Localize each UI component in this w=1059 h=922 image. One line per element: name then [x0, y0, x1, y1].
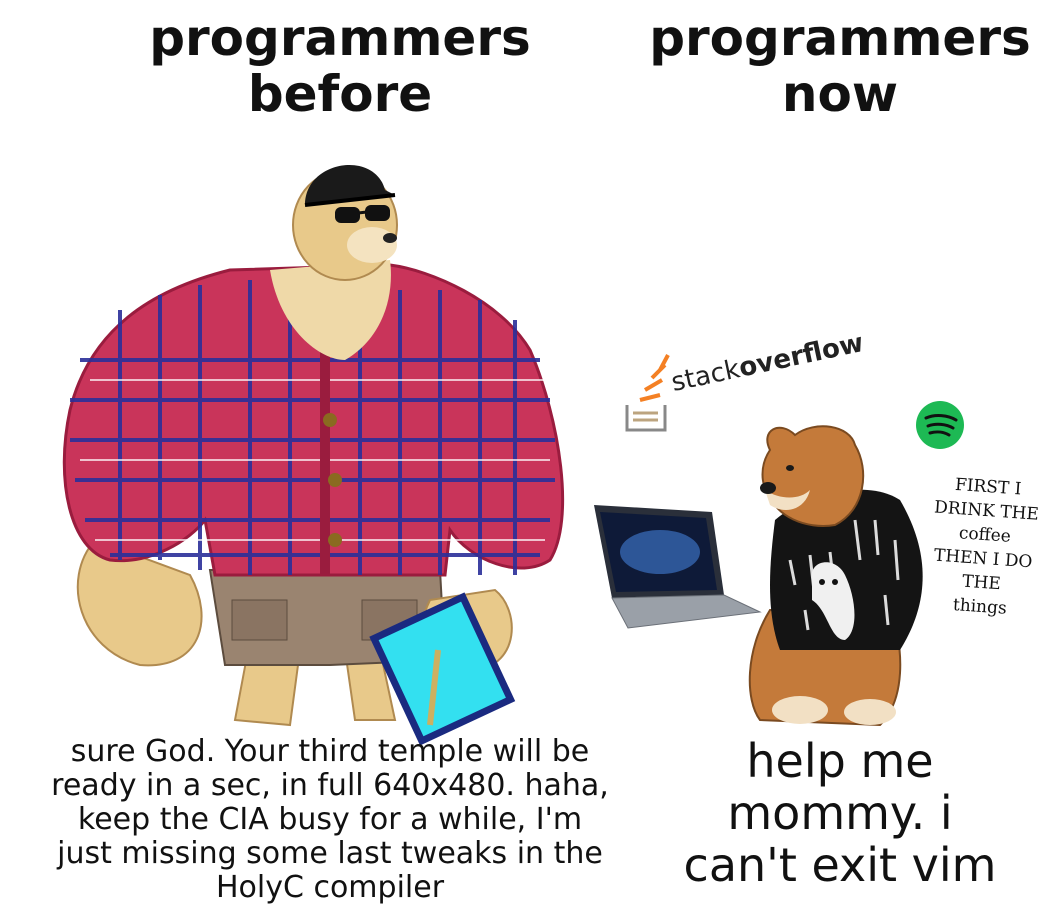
meme-canvas: programmers before programmers now stack… [0, 0, 1059, 922]
laptop-icon [594, 505, 762, 629]
spotify-icon [916, 401, 964, 449]
cheems-head [761, 425, 865, 527]
stackoverflow-logo-icon [625, 354, 670, 432]
caption-now: help me mommy. i can't exit vim [683, 734, 997, 892]
coffee-quote-sticker: FIRST I DRINK THE coffee THEN I DO THE t… [933, 474, 1040, 619]
caption-before: sure God. Your third temple will be read… [51, 734, 609, 905]
